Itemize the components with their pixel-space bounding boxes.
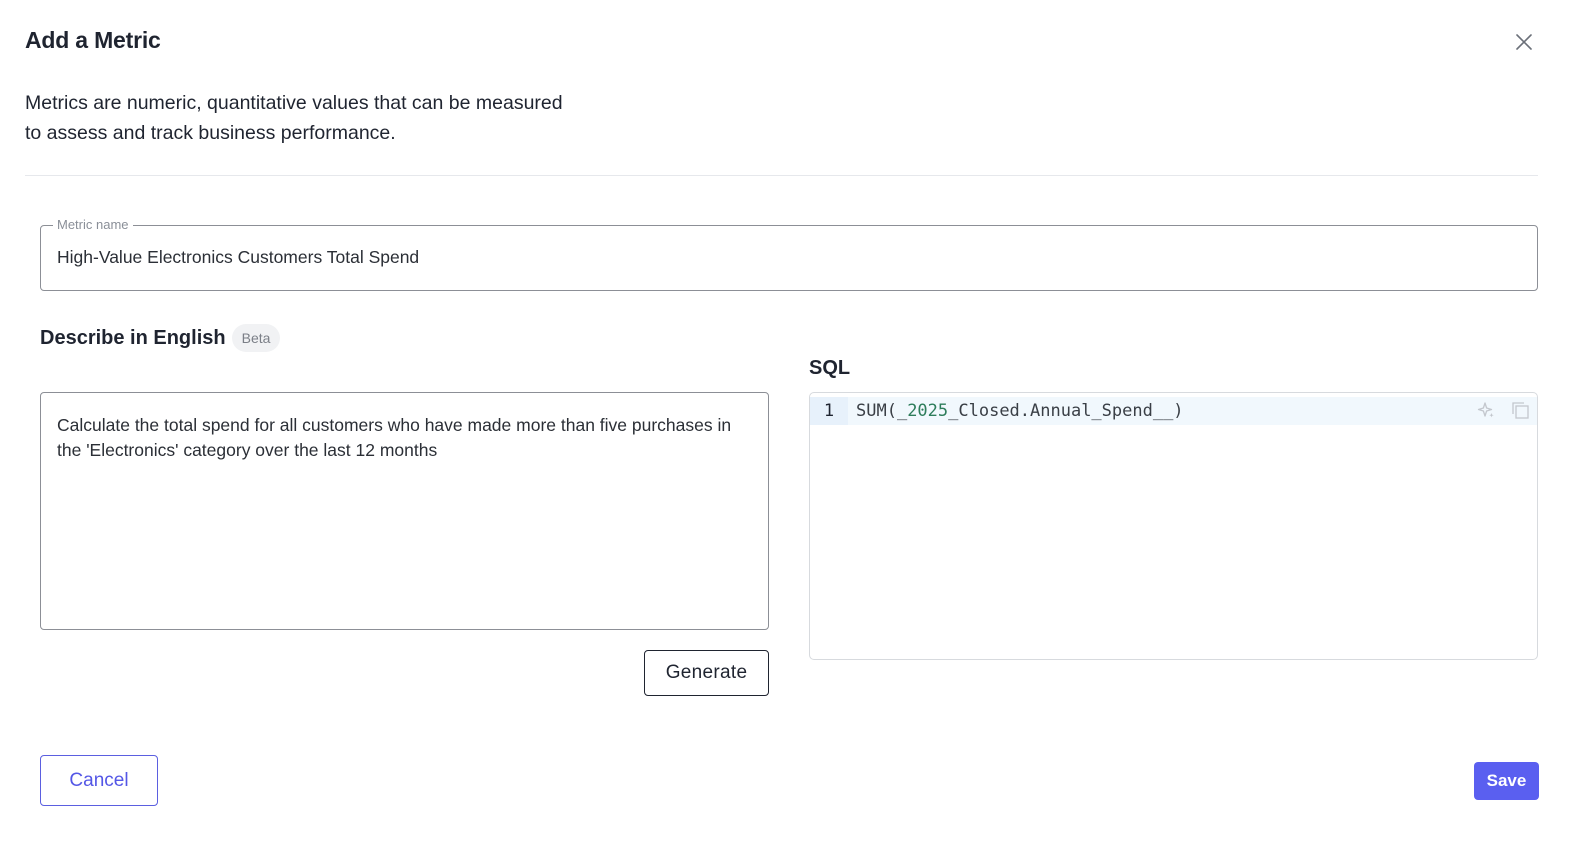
description-line-1: Metrics are numeric, quantitative values… <box>25 92 563 114</box>
copy-button[interactable] <box>1509 399 1531 421</box>
close-button[interactable] <box>1510 28 1538 56</box>
describe-heading: Describe in English Beta <box>40 324 281 352</box>
sql-code-suffix: _Closed.Annual_Spend__) <box>948 401 1184 421</box>
sql-line-1[interactable]: 1 SUM(_2025_Closed.Annual_Spend__) <box>810 397 1537 425</box>
add-metric-dialog: Add a Metric Metrics are numeric, quanti… <box>0 0 1588 851</box>
copy-icon <box>1512 402 1529 419</box>
editor-tools <box>1475 399 1531 421</box>
sql-code-number: 2025 <box>907 401 949 421</box>
description-line-2: to assess and track business performance… <box>25 122 396 144</box>
sql-code[interactable]: SUM(_2025_Closed.Annual_Spend__) <box>848 401 1184 421</box>
beta-badge: Beta <box>231 324 281 352</box>
sql-editor[interactable]: 1 SUM(_2025_Closed.Annual_Spend__) <box>809 392 1538 660</box>
describe-textarea[interactable]: Calculate the total spend for all custom… <box>40 392 769 630</box>
sql-title: SQL <box>809 357 851 379</box>
dialog-description: Metrics are numeric, quantitative values… <box>25 88 665 148</box>
metric-name-field[interactable]: Metric name High-Value Electronics Custo… <box>40 217 1538 291</box>
ai-assist-button[interactable] <box>1475 399 1497 421</box>
sparkle-icon <box>1477 402 1494 418</box>
divider <box>25 175 1538 176</box>
line-number: 1 <box>810 397 848 425</box>
metric-name-input[interactable]: High-Value Electronics Customers Total S… <box>57 247 419 268</box>
cancel-button[interactable]: Cancel <box>40 755 158 806</box>
sql-code-prefix: SUM(_ <box>856 401 908 421</box>
describe-title: Describe in English <box>40 326 226 349</box>
metric-name-label: Metric name <box>53 217 133 232</box>
save-button[interactable]: Save <box>1474 762 1539 800</box>
dialog-title: Add a Metric <box>25 27 161 53</box>
close-icon <box>1516 34 1532 50</box>
generate-button[interactable]: Generate <box>644 650 769 696</box>
